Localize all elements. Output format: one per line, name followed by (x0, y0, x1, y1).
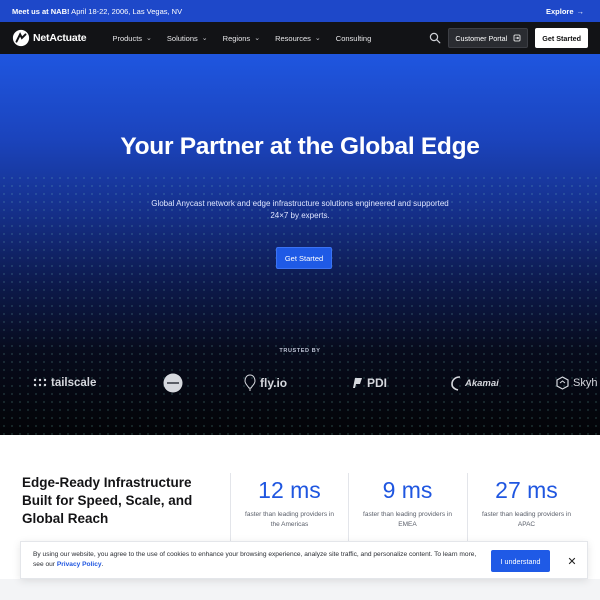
brand-name: NetActuate (33, 32, 87, 44)
nav-item-label: Products (112, 33, 143, 43)
nav-item-regions[interactable]: Regions ⌄ (223, 34, 260, 43)
nav-item-label: Resources (275, 33, 311, 43)
akamai-logo: Akamai (451, 370, 499, 396)
skyh-wordmark: Skyh (573, 377, 598, 389)
flyio-logo: fly.io (244, 370, 287, 396)
login-icon (513, 34, 521, 42)
hexagon-icon (556, 376, 569, 390)
close-icon[interactable]: ✕ (565, 554, 579, 568)
customer-portal-label: Customer Portal (455, 33, 508, 43)
customer-logos: tailscale fly.io PDI Akamai Skyh (0, 370, 600, 396)
announcement-details: April 18-22, 2006, Las Vegas, NV (69, 6, 183, 16)
search-icon[interactable] (429, 32, 441, 44)
balloon-icon (244, 374, 256, 391)
skyh-logo: Skyh (556, 370, 597, 396)
nav-actions: Customer Portal Get Started (429, 28, 588, 48)
nav-item-label: Regions (222, 33, 251, 43)
privacy-policy-link[interactable]: Privacy Policy (57, 561, 102, 568)
accept-cookies-button[interactable]: I understand (491, 550, 550, 572)
badge-circle-icon (163, 373, 183, 393)
arrow-right-icon: → (576, 6, 585, 16)
chevron-down-icon: ⌄ (254, 35, 261, 42)
tailscale-wordmark: tailscale (51, 377, 97, 389)
chevron-down-icon: ⌄ (314, 35, 321, 42)
hero-subtitle: Global Anycast network and edge infrastr… (151, 199, 449, 220)
akamai-wordmark: Akamai (465, 377, 499, 389)
chevron-down-icon: ⌄ (201, 35, 208, 42)
trusted-by-label: TRUSTED BY (279, 348, 321, 354)
round-badge-logo (163, 370, 183, 396)
stat-description: faster than leading providers in the Ame… (245, 511, 334, 528)
tailscale-dots-icon (33, 378, 47, 387)
tailscale-logo: tailscale (33, 370, 96, 396)
cookie-banner: By using our website, you agree to the u… (20, 541, 588, 579)
nav-get-started-button[interactable]: Get Started (535, 28, 588, 48)
brand-logo[interactable]: NetActuate (12, 29, 87, 47)
chevron-down-icon: ⌄ (146, 35, 152, 42)
cookie-text-end: . (101, 561, 104, 568)
customer-portal-button[interactable]: Customer Portal (448, 28, 529, 48)
stat-value: 27 ms (495, 477, 558, 503)
hero-title: Your Partner at the Global Edge (120, 133, 480, 160)
nav-item-consulting[interactable]: Consulting (336, 34, 371, 43)
hero-get-started-button[interactable]: Get Started (276, 247, 332, 269)
netactuate-logo-icon (12, 29, 30, 47)
hero-section: Your Partner at the Global Edge Global A… (0, 54, 600, 435)
explore-link[interactable]: Explore → (546, 7, 584, 16)
nav-item-solutions[interactable]: Solutions ⌄ (167, 34, 208, 43)
cookie-message: By using our website, you agree to the u… (33, 550, 483, 570)
nav-item-label: Solutions (166, 33, 198, 43)
stats-heading: Edge-Ready Infrastructure Built for Spee… (22, 475, 193, 526)
pdi-mark-icon (353, 378, 362, 388)
stat-value: 9 ms (382, 477, 433, 503)
pdi-logo: PDI (353, 370, 387, 396)
pdi-wordmark: PDI (367, 376, 388, 390)
stat-value: 12 ms (258, 477, 321, 503)
next-section-edge (0, 579, 600, 600)
nav-menu: Products ⌄ Solutions ⌄ Regions ⌄ Resourc… (112, 34, 386, 43)
nav-item-label: Consulting (335, 33, 372, 43)
explore-label: Explore (545, 6, 574, 16)
announcement-bar: Meet us at NAB! April 18-22, 2006, Las V… (0, 0, 600, 22)
nav-item-products[interactable]: Products ⌄ (112, 34, 151, 43)
stat-description: faster than leading providers in APAC (482, 511, 571, 528)
nav-item-resources[interactable]: Resources ⌄ (275, 34, 321, 43)
flyio-wordmark: fly.io (260, 376, 288, 390)
stat-description: faster than leading providers in EMEA (363, 511, 452, 528)
akamai-swoosh-icon (451, 376, 461, 391)
announcement-text: Meet us at NAB! April 18-22, 2006, Las V… (12, 7, 182, 16)
main-nav: NetActuate Products ⌄ Solutions ⌄ Region… (0, 22, 600, 54)
announcement-bold: Meet us at NAB! (12, 6, 70, 16)
